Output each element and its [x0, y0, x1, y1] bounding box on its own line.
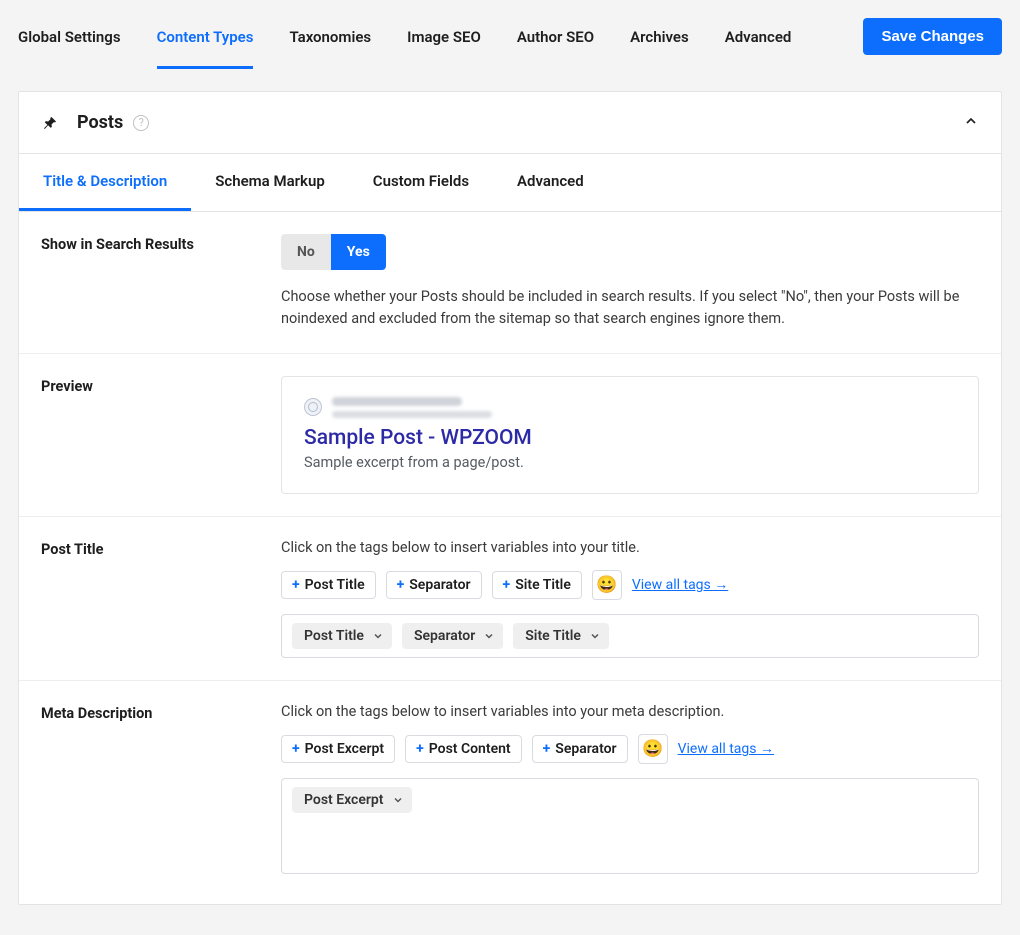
- panel-title: Posts: [77, 112, 123, 133]
- toggle-show-in-search[interactable]: No Yes: [281, 234, 386, 270]
- subtab-title-description[interactable]: Title & Description: [19, 154, 191, 211]
- chip-post-title[interactable]: Post Title: [292, 623, 392, 649]
- plus-icon: +: [292, 577, 300, 593]
- preview-desc: Sample excerpt from a page/post.: [304, 454, 956, 471]
- tab-author-seo[interactable]: Author SEO: [517, 18, 594, 69]
- hint-post-title: Click on the tags below to insert variab…: [281, 539, 979, 556]
- chip-separator[interactable]: Separator: [402, 623, 503, 649]
- hint-meta-description: Click on the tags below to insert variab…: [281, 703, 979, 720]
- emoji-button[interactable]: 😀: [592, 570, 622, 600]
- tag-add-separator[interactable]: +Separator: [386, 571, 482, 599]
- tab-taxonomies[interactable]: Taxonomies: [289, 18, 371, 69]
- subtab-custom-fields[interactable]: Custom Fields: [349, 154, 493, 211]
- chevron-down-icon: [589, 630, 601, 642]
- preview-url-blur: [332, 411, 492, 418]
- chevron-down-icon: [392, 794, 404, 806]
- section-preview: Preview Sample Post - WPZOOM Sample exce…: [19, 354, 1001, 517]
- help-icon[interactable]: ?: [133, 115, 149, 131]
- preview-title: Sample Post - WPZOOM: [304, 426, 956, 450]
- toggle-no[interactable]: No: [281, 234, 331, 270]
- label-show-in-search: Show in Search Results: [41, 234, 281, 331]
- section-post-title: Post Title Click on the tags below to in…: [19, 517, 1001, 681]
- preview-domain-blur: [332, 397, 462, 406]
- plus-icon: +: [416, 741, 424, 757]
- chip-site-title[interactable]: Site Title: [513, 623, 609, 649]
- label-post-title: Post Title: [41, 539, 281, 658]
- tag-add-site-title[interactable]: +Site Title: [492, 571, 582, 599]
- help-show-in-search: Choose whether your Posts should be incl…: [281, 286, 979, 331]
- pin-icon: [41, 114, 59, 132]
- subtab-schema-markup[interactable]: Schema Markup: [191, 154, 349, 211]
- tab-advanced[interactable]: Advanced: [725, 18, 792, 69]
- tab-content-types[interactable]: Content Types: [157, 18, 254, 69]
- tab-global-settings[interactable]: Global Settings: [18, 18, 121, 69]
- chevron-up-icon: [963, 113, 979, 133]
- tag-add-post-title[interactable]: +Post Title: [281, 571, 376, 599]
- plus-icon: +: [292, 741, 300, 757]
- tag-add-post-excerpt[interactable]: +Post Excerpt: [281, 735, 395, 763]
- top-tabs: Global Settings Content Types Taxonomies…: [18, 10, 1002, 69]
- post-title-input[interactable]: Post Title Separator Site Title: [281, 614, 979, 658]
- label-preview: Preview: [41, 376, 281, 494]
- globe-icon: [304, 398, 322, 416]
- panel-header[interactable]: Posts ?: [19, 92, 1001, 154]
- chip-post-excerpt[interactable]: Post Excerpt: [292, 787, 412, 813]
- label-meta-description: Meta Description: [41, 703, 281, 874]
- link-view-all-tags-title[interactable]: View all tags →: [632, 576, 728, 593]
- plus-icon: +: [503, 577, 511, 593]
- tab-image-seo[interactable]: Image SEO: [407, 18, 481, 69]
- meta-description-input[interactable]: Post Excerpt: [281, 778, 979, 874]
- chevron-down-icon: [372, 630, 384, 642]
- tab-archives[interactable]: Archives: [630, 18, 689, 69]
- section-meta-description: Meta Description Click on the tags below…: [19, 681, 1001, 904]
- plus-icon: +: [397, 577, 405, 593]
- sub-tabs: Title & Description Schema Markup Custom…: [19, 154, 1001, 212]
- tag-add-separator-meta[interactable]: +Separator: [532, 735, 628, 763]
- tag-add-post-content[interactable]: +Post Content: [405, 735, 522, 763]
- plus-icon: +: [543, 741, 551, 757]
- section-show-in-search: Show in Search Results No Yes Choose whe…: [19, 212, 1001, 354]
- subtab-advanced[interactable]: Advanced: [493, 154, 608, 211]
- preview-card: Sample Post - WPZOOM Sample excerpt from…: [281, 376, 979, 494]
- emoji-button-meta[interactable]: 😀: [638, 734, 668, 764]
- link-view-all-tags-meta[interactable]: View all tags →: [678, 740, 774, 757]
- posts-panel: Posts ? Title & Description Schema Marku…: [18, 91, 1002, 905]
- toggle-yes[interactable]: Yes: [331, 234, 386, 270]
- save-changes-button[interactable]: Save Changes: [863, 18, 1002, 55]
- chevron-down-icon: [483, 630, 495, 642]
